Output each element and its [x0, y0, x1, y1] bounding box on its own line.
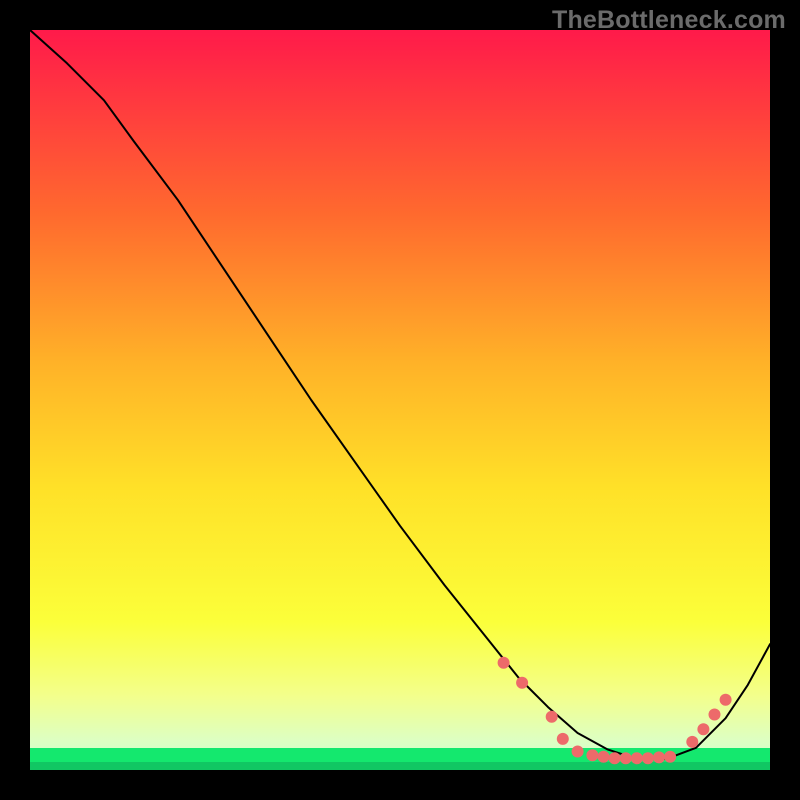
curve-marker — [546, 711, 558, 723]
plot-area — [30, 30, 770, 770]
curve-marker — [642, 752, 654, 764]
curve-marker — [631, 752, 643, 764]
watermark-text: TheBottleneck.com — [552, 6, 786, 35]
curve-marker — [516, 677, 528, 689]
chart-container: TheBottleneck.com — [0, 0, 800, 800]
curve-marker — [686, 736, 698, 748]
curve-marker — [697, 723, 709, 735]
curve-marker — [653, 751, 665, 763]
curve-marker — [720, 694, 732, 706]
curve-marker — [572, 746, 584, 758]
curve-marker — [620, 752, 632, 764]
curve-marker — [586, 749, 598, 761]
gradient-background — [30, 30, 770, 770]
curve-marker — [664, 751, 676, 763]
curve-marker — [609, 752, 621, 764]
curve-marker — [598, 751, 610, 763]
curve-marker — [557, 733, 569, 745]
curve-marker — [709, 709, 721, 721]
chart-svg — [30, 30, 770, 770]
curve-marker — [498, 657, 510, 669]
